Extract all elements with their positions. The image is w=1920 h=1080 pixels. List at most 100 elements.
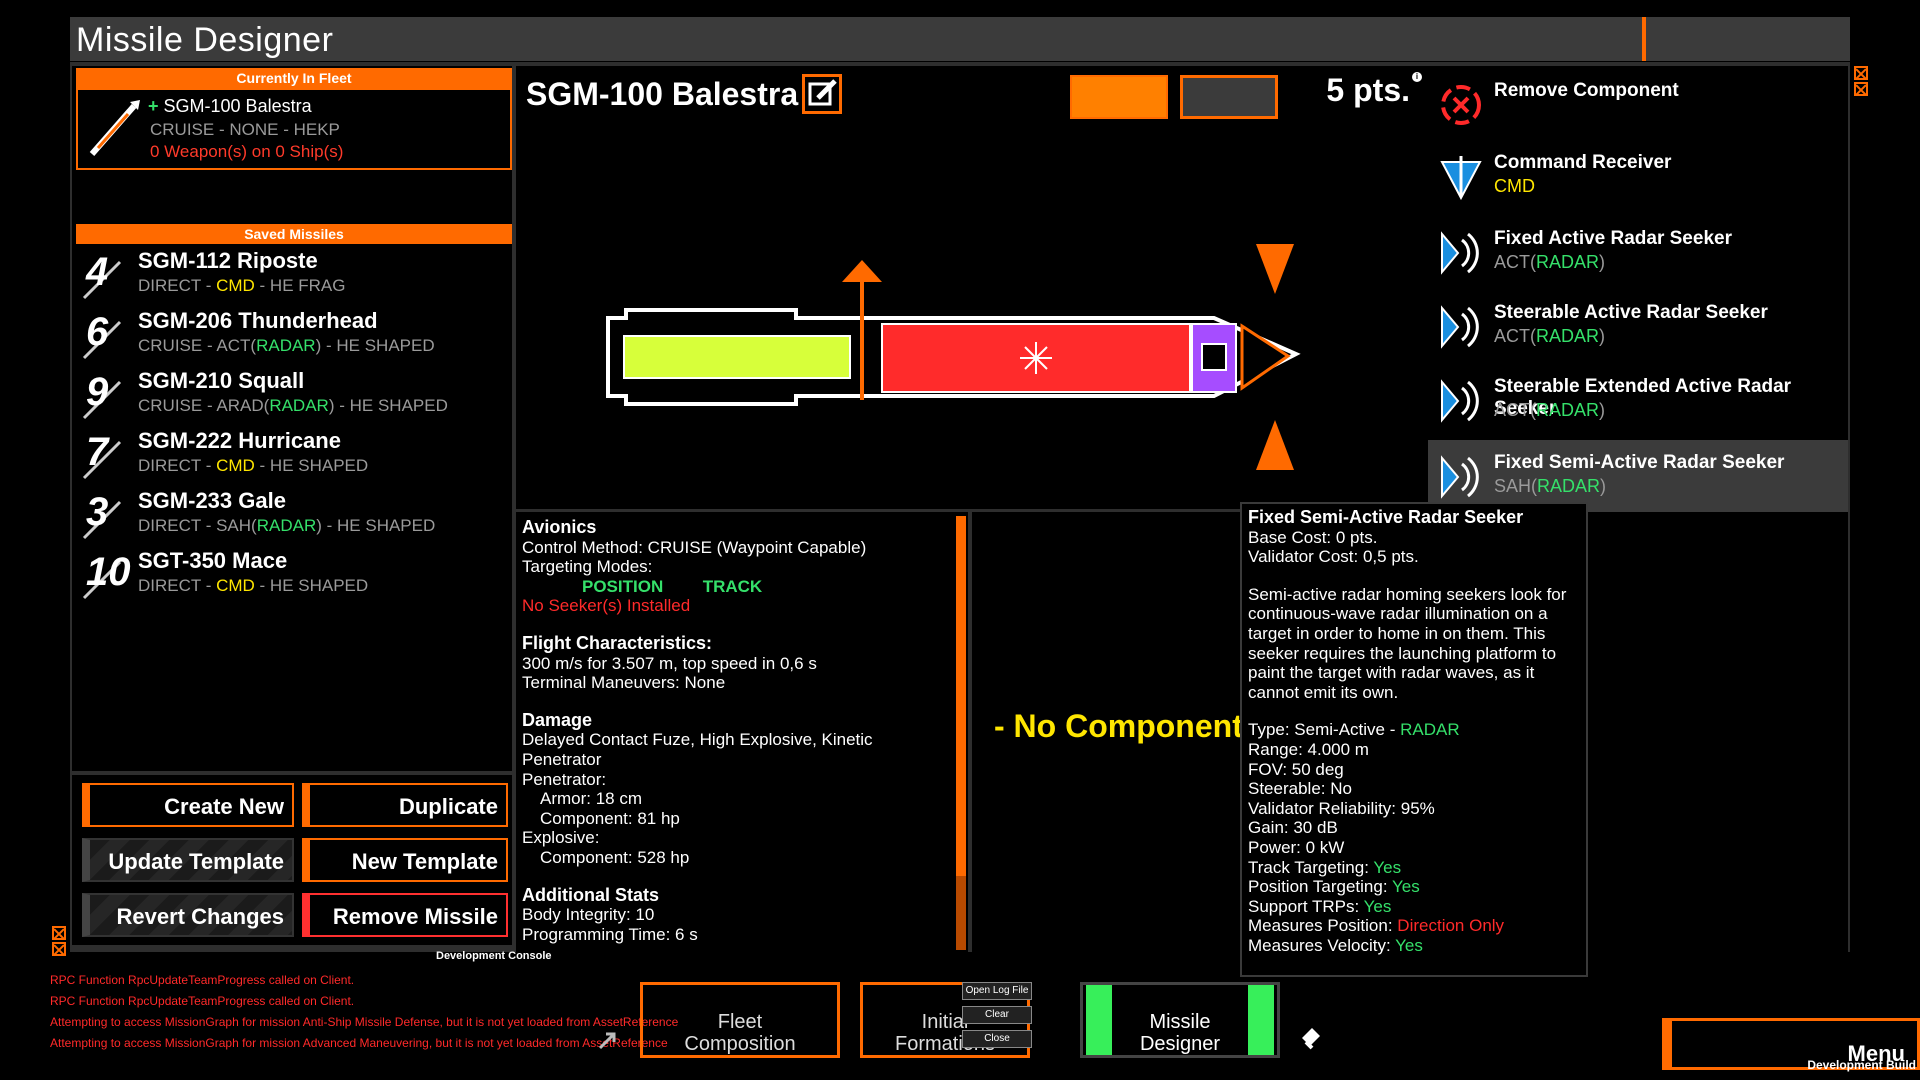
flight-heading: Flight Characteristics: xyxy=(522,632,713,653)
chip-icon xyxy=(1201,343,1227,371)
edit-icon xyxy=(808,79,837,106)
arrow-up-icon[interactable] xyxy=(1256,420,1294,470)
penetrator-label: Penetrator: xyxy=(522,769,607,789)
tooltip-validator-cost: Validator Cost: 0,5 pts. xyxy=(1248,547,1419,567)
stats-scrollbar[interactable] xyxy=(956,516,966,950)
targeting-modes: POSITION TRACK xyxy=(582,576,763,596)
remove-missile-button[interactable]: Remove Missile xyxy=(302,893,508,937)
clear-button[interactable]: Clear xyxy=(962,1006,1032,1024)
duplicate-button[interactable]: Duplicate xyxy=(302,783,508,827)
missile-name: SGM-233 Gale xyxy=(138,488,286,513)
fleet-composition-tab[interactable]: Fleet Composition xyxy=(640,982,840,1058)
close-icon[interactable] xyxy=(52,942,66,956)
avionics-heading: Avionics xyxy=(522,517,597,537)
targeting-modes-label: Targeting Modes: xyxy=(522,557,653,577)
saved-missile-item[interactable]: 10 SGT-350 Mace DIRECT - CMD - HE SHAPED xyxy=(76,546,506,604)
missile-count: 3 xyxy=(86,490,109,534)
radar-seeker-icon xyxy=(1441,455,1479,499)
saved-missile-item[interactable]: 4 SGM-112 Riposte DIRECT - CMD - HE FRAG xyxy=(76,246,506,304)
plus-icon: + xyxy=(148,96,159,116)
flight-speed: 300 m/s for 3.507 m, top speed in 0,6 s xyxy=(522,653,817,673)
console-title: Development Console xyxy=(436,950,552,962)
close-icon[interactable] xyxy=(52,926,66,940)
missile-actions: Create New Duplicate Update Template New… xyxy=(72,775,512,945)
primary-color-swatch[interactable] xyxy=(1070,75,1168,119)
tooltip-range: Range: 4.000 m xyxy=(1248,739,1369,759)
tooltip-gain: Gain: 30 dB xyxy=(1248,818,1338,838)
scroll-thumb[interactable] xyxy=(956,516,966,876)
close-icon[interactable] xyxy=(1854,66,1868,80)
saved-header: Saved Missiles xyxy=(76,224,512,244)
saved-missile-item[interactable]: 3 SGM-233 Gale DIRECT - SAH(RADAR) - HE SH… xyxy=(76,486,506,544)
info-icon[interactable]: i xyxy=(1412,72,1422,82)
tooltip-power: Power: 0 kW xyxy=(1248,837,1345,857)
missile-count: 6 xyxy=(86,310,109,354)
close-console-button[interactable]: Close xyxy=(962,1030,1032,1048)
open-log-button[interactable]: Open Log File xyxy=(962,982,1032,1000)
component-type: ACT(RADAR) xyxy=(1494,252,1606,272)
penetrator-armor: Armor: 18 cm xyxy=(540,789,643,809)
missile-count: 7 xyxy=(86,430,109,474)
seeker-slot[interactable] xyxy=(1240,323,1291,391)
missile-name: SGM-210 Squall xyxy=(138,368,305,393)
saved-missile-item[interactable]: 6 SGM-206 Thunderhead CRUISE - ACT(RADAR) … xyxy=(76,306,506,364)
create-new-button[interactable]: Create New xyxy=(82,783,294,827)
new-template-button[interactable]: New Template xyxy=(302,838,508,882)
radar-seeker-icon xyxy=(1441,379,1479,423)
antenna-icon xyxy=(1440,156,1482,201)
active-indicator xyxy=(1086,985,1112,1055)
console-line: Attempting to access MissionGraph for mi… xyxy=(50,1036,668,1050)
update-template-button[interactable]: Update Template xyxy=(82,838,294,882)
component-item[interactable]: Command Receiver CMD xyxy=(1428,140,1848,214)
component-name: Steerable Active Radar Seeker xyxy=(1494,302,1768,323)
tooltip-steerable: Steerable: No xyxy=(1248,779,1352,799)
tooltip-measures-position: Measures Position: Direction Only xyxy=(1248,916,1505,936)
component-item[interactable]: Steerable Active Radar Seeker ACT(RADAR) xyxy=(1428,290,1848,364)
fleet-missile-card[interactable]: + SGM-100 Balestra CRUISE - NONE - HEKP … xyxy=(76,88,512,170)
fuel-section[interactable] xyxy=(623,335,851,379)
tooltip-track-targeting: Track Targeting: Yes xyxy=(1248,857,1402,877)
component-item[interactable]: Fixed Active Radar Seeker ACT(RADAR) xyxy=(1428,216,1848,290)
arrow-down-icon[interactable] xyxy=(1256,244,1294,294)
control-method: Control Method: CRUISE (Waypoint Capable… xyxy=(522,537,867,557)
secondary-color-swatch[interactable] xyxy=(1180,75,1278,119)
body-integrity: Body Integrity: 10 xyxy=(522,905,655,925)
fleet-weapon-count: 0 Weapon(s) on 0 Ship(s) xyxy=(150,142,344,161)
tooltip-position-targeting: Position Targeting: Yes xyxy=(1248,877,1420,897)
explosive-label: Explosive: xyxy=(522,828,600,848)
tooltip-title: Fixed Semi-Active Radar Seeker xyxy=(1248,507,1524,527)
component-name: Fixed Active Radar Seeker xyxy=(1494,228,1732,249)
return-icon[interactable] xyxy=(1298,1026,1324,1052)
damage-heading: Damage xyxy=(522,709,593,730)
close-icon[interactable] xyxy=(1854,82,1868,96)
component-item[interactable]: Remove Component xyxy=(1428,68,1848,142)
missile-designer-tab[interactable]: Missile Designer xyxy=(1080,982,1280,1058)
fleet-missile-config: CRUISE - NONE - HEKP xyxy=(150,120,340,139)
missile-count: 10 xyxy=(86,550,131,594)
radar-seeker-icon xyxy=(1441,305,1479,349)
missile-name: SGM-206 Thunderhead xyxy=(138,308,378,333)
remove-component-icon xyxy=(1441,85,1481,125)
missile-icon xyxy=(89,100,140,156)
edit-name-button[interactable] xyxy=(802,74,842,114)
damage-type-cont: Penetrator xyxy=(522,749,602,769)
title-bar: Missile Designer xyxy=(70,17,1850,61)
tooltip-type: Type: Semi-Active - RADAR xyxy=(1248,720,1460,740)
saved-missile-item[interactable]: 9 SGM-210 Squall CRUISE - ARAD(RADAR) - HE… xyxy=(76,366,506,424)
missile-count: 4 xyxy=(86,250,109,294)
additional-heading: Additional Stats xyxy=(522,884,660,905)
tooltip-support-trps: Support TRPs: Yes xyxy=(1248,896,1392,916)
component-name: Fixed Semi-Active Radar Seeker xyxy=(1494,452,1785,473)
no-component-label: - No Component xyxy=(994,708,1243,744)
arrow-icon[interactable] xyxy=(596,1030,618,1052)
points-total: 5 pts. xyxy=(1326,72,1410,108)
explosive-component: Component: 528 hp xyxy=(540,847,690,867)
title-separator xyxy=(1642,17,1646,61)
component-item[interactable]: Steerable Extended Active Radar Seeker AC… xyxy=(1428,364,1848,438)
missile-config: DIRECT - CMD - HE FRAG xyxy=(138,276,346,295)
revert-changes-button[interactable]: Revert Changes xyxy=(82,893,294,937)
arrow-up-icon[interactable] xyxy=(842,260,882,282)
console-line: RPC Function RpcUpdateTeamProgress calle… xyxy=(50,973,355,987)
missile-config: CRUISE - ARAD(RADAR) - HE SHAPED xyxy=(138,396,448,415)
saved-missile-item[interactable]: 7 SGM-222 Hurricane DIRECT - CMD - HE SHAP… xyxy=(76,426,506,484)
